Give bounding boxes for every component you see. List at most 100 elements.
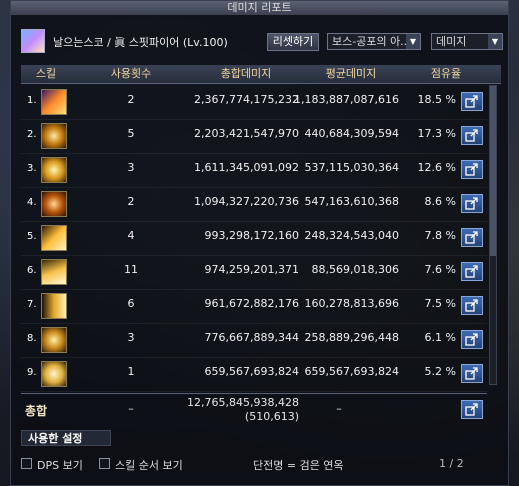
mode-select[interactable]: 데미지 ▼ (431, 33, 503, 50)
report-header: 날으는스코 / 眞 스핏파이어 (Lv.100) 리셋하기 보스-공포의 아..… (21, 29, 503, 55)
boss-select-value: 보스-공포의 아.. (332, 35, 408, 48)
row-share: 17.3 % (417, 127, 456, 140)
row-rank: 7. (27, 299, 37, 310)
row-share: 7.6 % (424, 263, 456, 276)
external-link-icon (465, 367, 478, 380)
column-skill: 스킬 (35, 67, 57, 80)
table-row[interactable]: 8. 3 776,667,889,344 258,889,296,448 6.1… (21, 323, 487, 358)
row-avg: 160,278,813,696 (304, 297, 399, 310)
row-rank: 8. (27, 333, 37, 344)
open-detail-button[interactable] (461, 228, 483, 247)
row-share: 18.5 % (417, 93, 456, 106)
table-header: 스킬 사용횟수 총합데미지 평균데미지 점유율 (21, 65, 501, 84)
table-row[interactable]: 6. 11 974,259,201,371 88,569,018,306 7.6… (21, 255, 487, 290)
row-uses: 2 (127, 195, 135, 208)
skill-order-label: 스킬 순서 보기 (115, 459, 183, 472)
skill-icon (41, 293, 67, 319)
column-avg: 평균데미지 (325, 67, 377, 80)
skill-icon (41, 361, 67, 387)
dps-view-checkbox[interactable] (21, 458, 32, 469)
skill-icon (41, 123, 67, 149)
row-uses: 1 (127, 365, 135, 378)
total-avg: – (336, 402, 342, 415)
total-label: 총합 (25, 404, 48, 418)
row-rank: 5. (27, 231, 37, 242)
chevron-down-icon: ▼ (488, 34, 502, 49)
row-uses: 6 (127, 297, 135, 310)
row-uses: 4 (127, 229, 135, 242)
row-uses: 5 (127, 127, 135, 140)
external-link-icon (465, 95, 478, 108)
open-detail-button[interactable] (461, 126, 483, 145)
row-avg: 1,183,887,087,616 (294, 93, 399, 106)
scroll-thumb[interactable] (490, 86, 496, 256)
external-link-icon (465, 197, 478, 210)
row-avg: 88,569,018,306 (311, 263, 399, 276)
row-rank: 3. (27, 163, 37, 174)
open-detail-button[interactable] (461, 364, 483, 383)
row-rank: 6. (27, 265, 37, 276)
damage-report-window: 데미지 리포트 날으는스코 / 眞 스핏파이어 (Lv.100) 리셋하기 보스… (10, 0, 509, 486)
row-avg: 248,324,543,040 (304, 229, 399, 242)
reset-button[interactable]: 리셋하기 (267, 33, 319, 51)
skill-icon (41, 259, 67, 285)
external-link-icon (465, 265, 478, 278)
row-share: 5.2 % (424, 365, 456, 378)
skill-icon (41, 157, 67, 183)
row-avg: 547,163,610,368 (304, 195, 399, 208)
open-detail-button[interactable] (461, 296, 483, 315)
table-scrollbar[interactable] (489, 85, 497, 385)
row-share: 8.6 % (424, 195, 456, 208)
row-avg: 659,567,693,824 (304, 365, 399, 378)
column-uses: 사용횟수 (110, 67, 152, 80)
row-avg: 440,684,309,594 (304, 127, 399, 140)
chevron-down-icon: ▼ (406, 34, 420, 49)
open-detail-button[interactable] (461, 330, 483, 349)
external-link-icon (465, 163, 478, 176)
row-rank: 4. (27, 197, 37, 208)
skill-icon (41, 327, 67, 353)
table-row[interactable]: 7. 6 961,672,882,176 160,278,813,696 7.5… (21, 289, 487, 324)
dps-view-label: DPS 보기 (37, 459, 83, 472)
open-detail-button[interactable] (461, 194, 483, 213)
row-rank: 9. (27, 367, 37, 378)
row-uses: 3 (127, 331, 135, 344)
row-rank: 2. (27, 129, 37, 140)
row-uses: 11 (124, 263, 138, 276)
external-link-icon (465, 299, 478, 312)
row-share: 6.1 % (424, 331, 456, 344)
boss-select[interactable]: 보스-공포의 아.. ▼ (327, 33, 421, 50)
skill-icon (41, 225, 67, 251)
external-link-icon (465, 231, 478, 244)
open-total-detail-button[interactable] (461, 400, 483, 419)
open-detail-button[interactable] (461, 160, 483, 179)
row-uses: 2 (127, 93, 135, 106)
row-avg: 537,115,030,364 (304, 161, 399, 174)
row-share: 12.6 % (417, 161, 456, 174)
total-uses: – (128, 402, 134, 415)
table-row[interactable]: 4. 2 1,094,327,220,736 547,163,610,368 8… (21, 187, 487, 222)
table-row[interactable]: 3. 3 1,611,345,091,092 537,115,030,364 1… (21, 153, 487, 188)
table-row[interactable]: 9. 1 659,567,693,824 659,567,693,824 5.2… (21, 357, 487, 392)
open-detail-button[interactable] (461, 92, 483, 111)
row-share: 7.5 % (424, 297, 456, 310)
row-rank: 1. (27, 95, 37, 106)
footer-bar: DPS 보기 스킬 순서 보기 단전명 = 검은 연옥 1 / 2 (21, 457, 501, 473)
character-name: 날으는스코 / 眞 스핏파이어 (Lv.100) (53, 36, 228, 49)
column-total: 총합데미지 (220, 67, 272, 80)
row-share: 7.8 % (424, 229, 456, 242)
row-avg: 258,889,296,448 (304, 331, 399, 344)
column-share: 점유율 (430, 67, 462, 80)
character-avatar (21, 29, 45, 53)
window-title[interactable]: 데미지 리포트 (11, 1, 508, 15)
table-row[interactable]: 2. 5 2,203,421,547,970 440,684,309,594 1… (21, 119, 487, 154)
skill-order-checkbox[interactable] (99, 458, 110, 469)
external-link-icon (465, 129, 478, 142)
table-row[interactable]: 5. 4 993,298,172,160 248,324,543,040 7.8… (21, 221, 487, 256)
table-row[interactable]: 1. 2 2,367,774,175,232 1,183,887,087,616… (21, 85, 487, 120)
open-detail-button[interactable] (461, 262, 483, 281)
mode-select-value: 데미지 (436, 35, 467, 48)
skill-icon (41, 89, 67, 115)
row-uses: 3 (127, 161, 135, 174)
usage-settings-tab[interactable]: 사용한 설정 (21, 430, 111, 446)
